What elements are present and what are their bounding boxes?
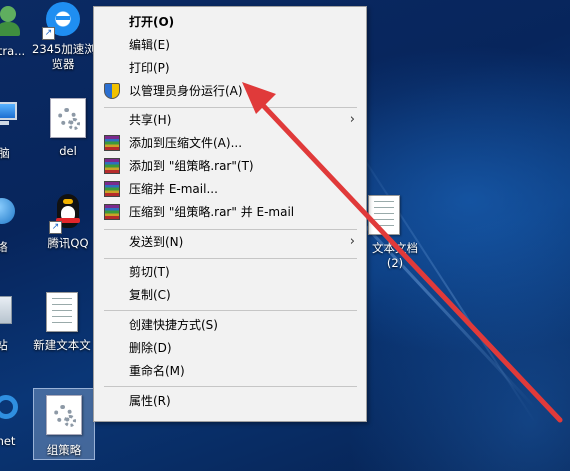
- text-document-icon: [46, 292, 78, 332]
- winrar-icon: [104, 158, 120, 174]
- menu-item-create-shortcut[interactable]: 创建快捷方式(S): [95, 314, 365, 336]
- chevron-right-icon: ›: [349, 234, 355, 249]
- menu-item-compress-email[interactable]: 压缩并 E-mail...: [95, 178, 365, 200]
- qq-penguin-icon: ↗: [49, 192, 85, 234]
- menu-item-open[interactable]: 打开(O): [95, 11, 365, 33]
- menu-item-edit[interactable]: 编辑(E): [95, 34, 365, 56]
- network-globe-icon: [0, 196, 17, 226]
- menu-item-copy[interactable]: 复制(C): [95, 284, 365, 306]
- menu-item-cut[interactable]: 剪切(T): [95, 261, 365, 283]
- desktop-icon-tencent-qq[interactable]: ↗ 腾讯QQ: [42, 192, 94, 251]
- menu-separator: [104, 107, 357, 108]
- menu-item-rename[interactable]: 重命名(M): [95, 360, 365, 382]
- menu-item-print[interactable]: 打印(P): [95, 57, 365, 79]
- desktop-icon-network[interactable]: 络: [0, 196, 22, 255]
- winrar-icon: [104, 181, 120, 197]
- text-document-icon: [368, 195, 400, 235]
- recycle-bin-icon: [0, 292, 15, 326]
- uac-shield-icon: [104, 83, 120, 99]
- menu-item-send-to[interactable]: 发送到(N) ›: [95, 231, 365, 253]
- menu-item-add-to-rar[interactable]: 添加到 "组策略.rar"(T): [95, 155, 365, 177]
- batch-file-icon: [50, 98, 86, 138]
- winrar-icon: [104, 204, 120, 220]
- desktop-icon-this-pc[interactable]: 脑: [0, 100, 24, 161]
- ie-icon: [0, 392, 21, 422]
- menu-item-run-as-admin[interactable]: 以管理员身份运行(A): [95, 80, 365, 102]
- menu-item-properties[interactable]: 属性(R): [95, 390, 365, 412]
- shortcut-arrow-icon: ↗: [49, 221, 62, 234]
- winrar-icon: [104, 135, 120, 151]
- monitor-icon: [0, 100, 19, 126]
- menu-separator: [104, 310, 357, 311]
- menu-separator: [104, 229, 357, 230]
- menu-item-add-to-archive[interactable]: 添加到压缩文件(A)...: [95, 132, 365, 154]
- menu-item-delete[interactable]: 删除(D): [95, 337, 365, 359]
- chevron-right-icon: ›: [349, 112, 355, 127]
- desktop-icon-new-text-doc[interactable]: 新建文本文: [30, 292, 94, 353]
- desktop-icon-browser-2345[interactable]: ↗ 2345加速浏 览器: [32, 0, 96, 72]
- desktop-icon-user-folder[interactable]: etra...: [0, 4, 30, 59]
- desktop-icon-recycle-bin[interactable]: 站: [0, 292, 22, 353]
- menu-separator: [104, 386, 357, 387]
- menu-item-compress-rar-email[interactable]: 压缩到 "组策略.rar" 并 E-mail: [95, 201, 365, 223]
- shortcut-arrow-icon: ↗: [42, 27, 55, 40]
- policy-file-icon: [46, 395, 82, 435]
- desktop-icon-del[interactable]: del: [42, 98, 94, 159]
- desktop-icon-zucelue[interactable]: 组策略: [33, 388, 95, 460]
- menu-separator: [104, 258, 357, 259]
- menu-item-share[interactable]: 共享(H) ›: [95, 109, 365, 131]
- desktop-icon-ie[interactable]: net: [0, 392, 26, 449]
- context-menu: 打开(O) 编辑(E) 打印(P) 以管理员身份运行(A) 共享(H) › 添加…: [93, 6, 367, 422]
- user-folder-icon: [0, 4, 22, 38]
- browser-2345-icon: ↗: [42, 0, 82, 40]
- desktop-icon-text-doc-2[interactable]: 文本文档 (2): [366, 195, 424, 271]
